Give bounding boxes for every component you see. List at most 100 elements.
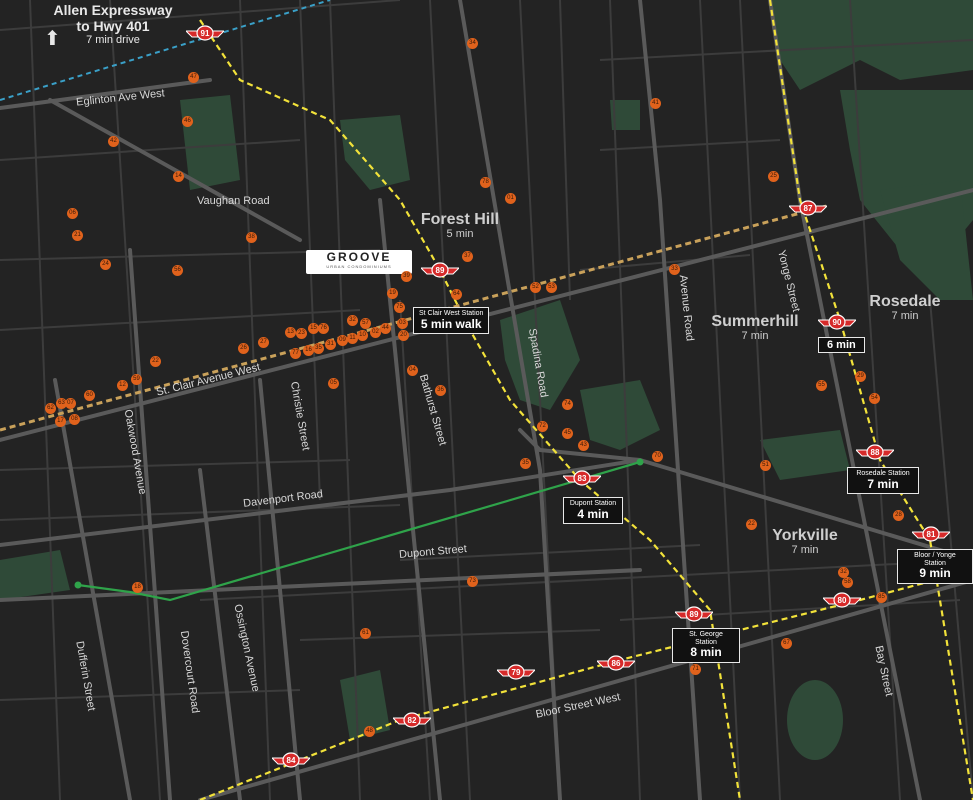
poi-marker[interactable]: 36 (435, 385, 446, 396)
poi-marker[interactable]: 05 (328, 378, 339, 389)
ttc-station-icon[interactable]: 82 (393, 712, 431, 728)
poi-marker[interactable]: 28 (893, 510, 904, 521)
ttc-station-icon[interactable]: 88 (856, 444, 894, 460)
poi-marker[interactable]: 32 (347, 315, 358, 326)
poi-marker[interactable]: 19 (387, 288, 398, 299)
poi-marker[interactable]: 12 (117, 380, 128, 391)
ttc-station-icon[interactable]: 89 (675, 606, 713, 622)
svg-text:87: 87 (804, 204, 813, 213)
poi-marker[interactable]: 01 (505, 193, 516, 204)
poi-marker[interactable]: 03 (397, 318, 408, 329)
poi-marker[interactable]: 59 (131, 374, 142, 385)
poi-marker[interactable]: 77 (290, 348, 301, 359)
ttc-station-icon[interactable]: 90 (818, 314, 856, 330)
poi-marker[interactable]: 43 (578, 440, 589, 451)
poi-marker[interactable]: 34 (467, 38, 478, 49)
ttc-station-icon[interactable]: 91 (186, 25, 224, 41)
groove-logo[interactable]: GROOVE URBAN CONDOMINIUMS (306, 250, 412, 274)
poi-marker[interactable]: 27 (258, 337, 269, 348)
poi-marker[interactable]: 76 (318, 323, 329, 334)
poi-marker[interactable]: 35 (313, 343, 324, 354)
svg-text:79: 79 (512, 668, 521, 677)
poi-marker[interactable]: 47 (188, 72, 199, 83)
poi-marker[interactable]: 57 (360, 318, 371, 329)
poi-marker[interactable]: 71 (690, 664, 701, 675)
neighbourhood-map[interactable]: { "colors":{"background":"#232323","stre… (0, 0, 973, 800)
ttc-station-icon[interactable]: 83 (563, 470, 601, 486)
poi-marker[interactable]: 29 (855, 371, 866, 382)
poi-marker[interactable]: 06 (67, 208, 78, 219)
poi-marker[interactable]: 22 (150, 356, 161, 367)
poi-marker[interactable]: 42 (108, 136, 119, 147)
poi-marker[interactable]: 53 (546, 282, 557, 293)
poi-marker[interactable]: 70 (652, 451, 663, 462)
poi-marker[interactable]: 52 (530, 282, 541, 293)
station-dupont[interactable]: Dupont Station 4 min (563, 497, 623, 524)
poi-marker[interactable]: 48 (364, 726, 375, 737)
arrow-up-icon: ⬆ (44, 28, 61, 50)
poi-marker[interactable]: 10 (357, 330, 368, 341)
poi-marker[interactable]: 31 (325, 339, 336, 350)
svg-text:83: 83 (578, 474, 587, 483)
poi-marker[interactable]: 54 (869, 393, 880, 404)
poi-marker[interactable]: 46 (182, 116, 193, 127)
poi-marker[interactable]: 55 (816, 380, 827, 391)
poi-marker[interactable]: 63 (56, 398, 67, 409)
poi-marker[interactable]: 13 (285, 327, 296, 338)
poi-marker[interactable]: 41 (650, 98, 661, 109)
poi-marker[interactable]: 21 (72, 230, 83, 241)
poi-marker[interactable]: 14 (173, 171, 184, 182)
station-rosedale[interactable]: Rosedale Station 7 min (847, 467, 919, 494)
poi-marker[interactable]: 58 (842, 577, 853, 588)
poi-marker[interactable]: 39 (401, 271, 412, 282)
poi-marker[interactable]: 56 (172, 265, 183, 276)
poi-marker[interactable]: 62 (45, 403, 56, 414)
logo-name: GROOVE (326, 250, 392, 264)
station-summerhill[interactable]: 6 min (818, 337, 865, 354)
station-bloor-yonge[interactable]: Bloor / Yonge Station 9 min (897, 549, 973, 584)
ttc-station-icon[interactable]: 87 (789, 200, 827, 216)
poi-marker[interactable]: 45 (562, 428, 573, 439)
ttc-station-icon[interactable]: 81 (912, 526, 950, 542)
ttc-station-icon[interactable]: 80 (823, 592, 861, 608)
poi-marker[interactable]: 78 (480, 177, 491, 188)
poi-marker[interactable]: 08 (69, 414, 80, 425)
ttc-station-icon[interactable]: 86 (597, 655, 635, 671)
poi-marker[interactable]: 38 (246, 232, 257, 243)
poi-marker[interactable]: 25 (768, 171, 779, 182)
poi-marker[interactable]: 75 (394, 302, 405, 313)
station-st-clair-west[interactable]: St Clair West Station 5 min walk (413, 307, 490, 334)
station-st-george[interactable]: St. George Station 8 min (672, 628, 740, 663)
poi-marker[interactable]: 26 (238, 343, 249, 354)
ttc-station-icon[interactable]: 79 (497, 664, 535, 680)
poi-marker[interactable]: 64 (451, 289, 462, 300)
poi-marker[interactable]: 22 (746, 519, 757, 530)
poi-marker[interactable]: 04 (407, 365, 418, 376)
callout-drive-time: 7 min drive (86, 34, 140, 46)
poi-marker[interactable]: 23 (296, 328, 307, 339)
poi-marker[interactable]: 37 (462, 251, 473, 262)
poi-marker[interactable]: 33 (669, 264, 680, 275)
poi-marker[interactable]: 72 (537, 421, 548, 432)
poi-marker[interactable]: 73 (467, 576, 478, 587)
poi-marker[interactable]: 51 (760, 460, 771, 471)
svg-text:90: 90 (833, 318, 842, 327)
poi-marker[interactable]: 18 (132, 582, 143, 593)
poi-marker[interactable]: 24 (100, 259, 111, 270)
station-time: 5 min walk (420, 316, 482, 331)
poi-marker[interactable]: 44 (380, 323, 391, 334)
station-time: 8 min (690, 645, 722, 660)
poi-marker[interactable]: 20 (398, 330, 409, 341)
poi-marker[interactable]: 85 (876, 592, 887, 603)
poi-marker[interactable]: 35 (520, 458, 531, 469)
poi-marker[interactable]: 60 (84, 390, 95, 401)
ttc-station-icon[interactable]: 84 (272, 752, 310, 768)
area-time: 7 min (741, 329, 769, 342)
poi-marker[interactable]: 61 (360, 628, 371, 639)
poi-marker[interactable]: 74 (562, 399, 573, 410)
poi-marker[interactable]: 17 (55, 416, 66, 427)
station-time: 4 min (577, 506, 609, 521)
svg-text:88: 88 (871, 448, 880, 457)
poi-marker[interactable]: 67 (781, 638, 792, 649)
ttc-station-icon[interactable]: 89 (421, 262, 459, 278)
